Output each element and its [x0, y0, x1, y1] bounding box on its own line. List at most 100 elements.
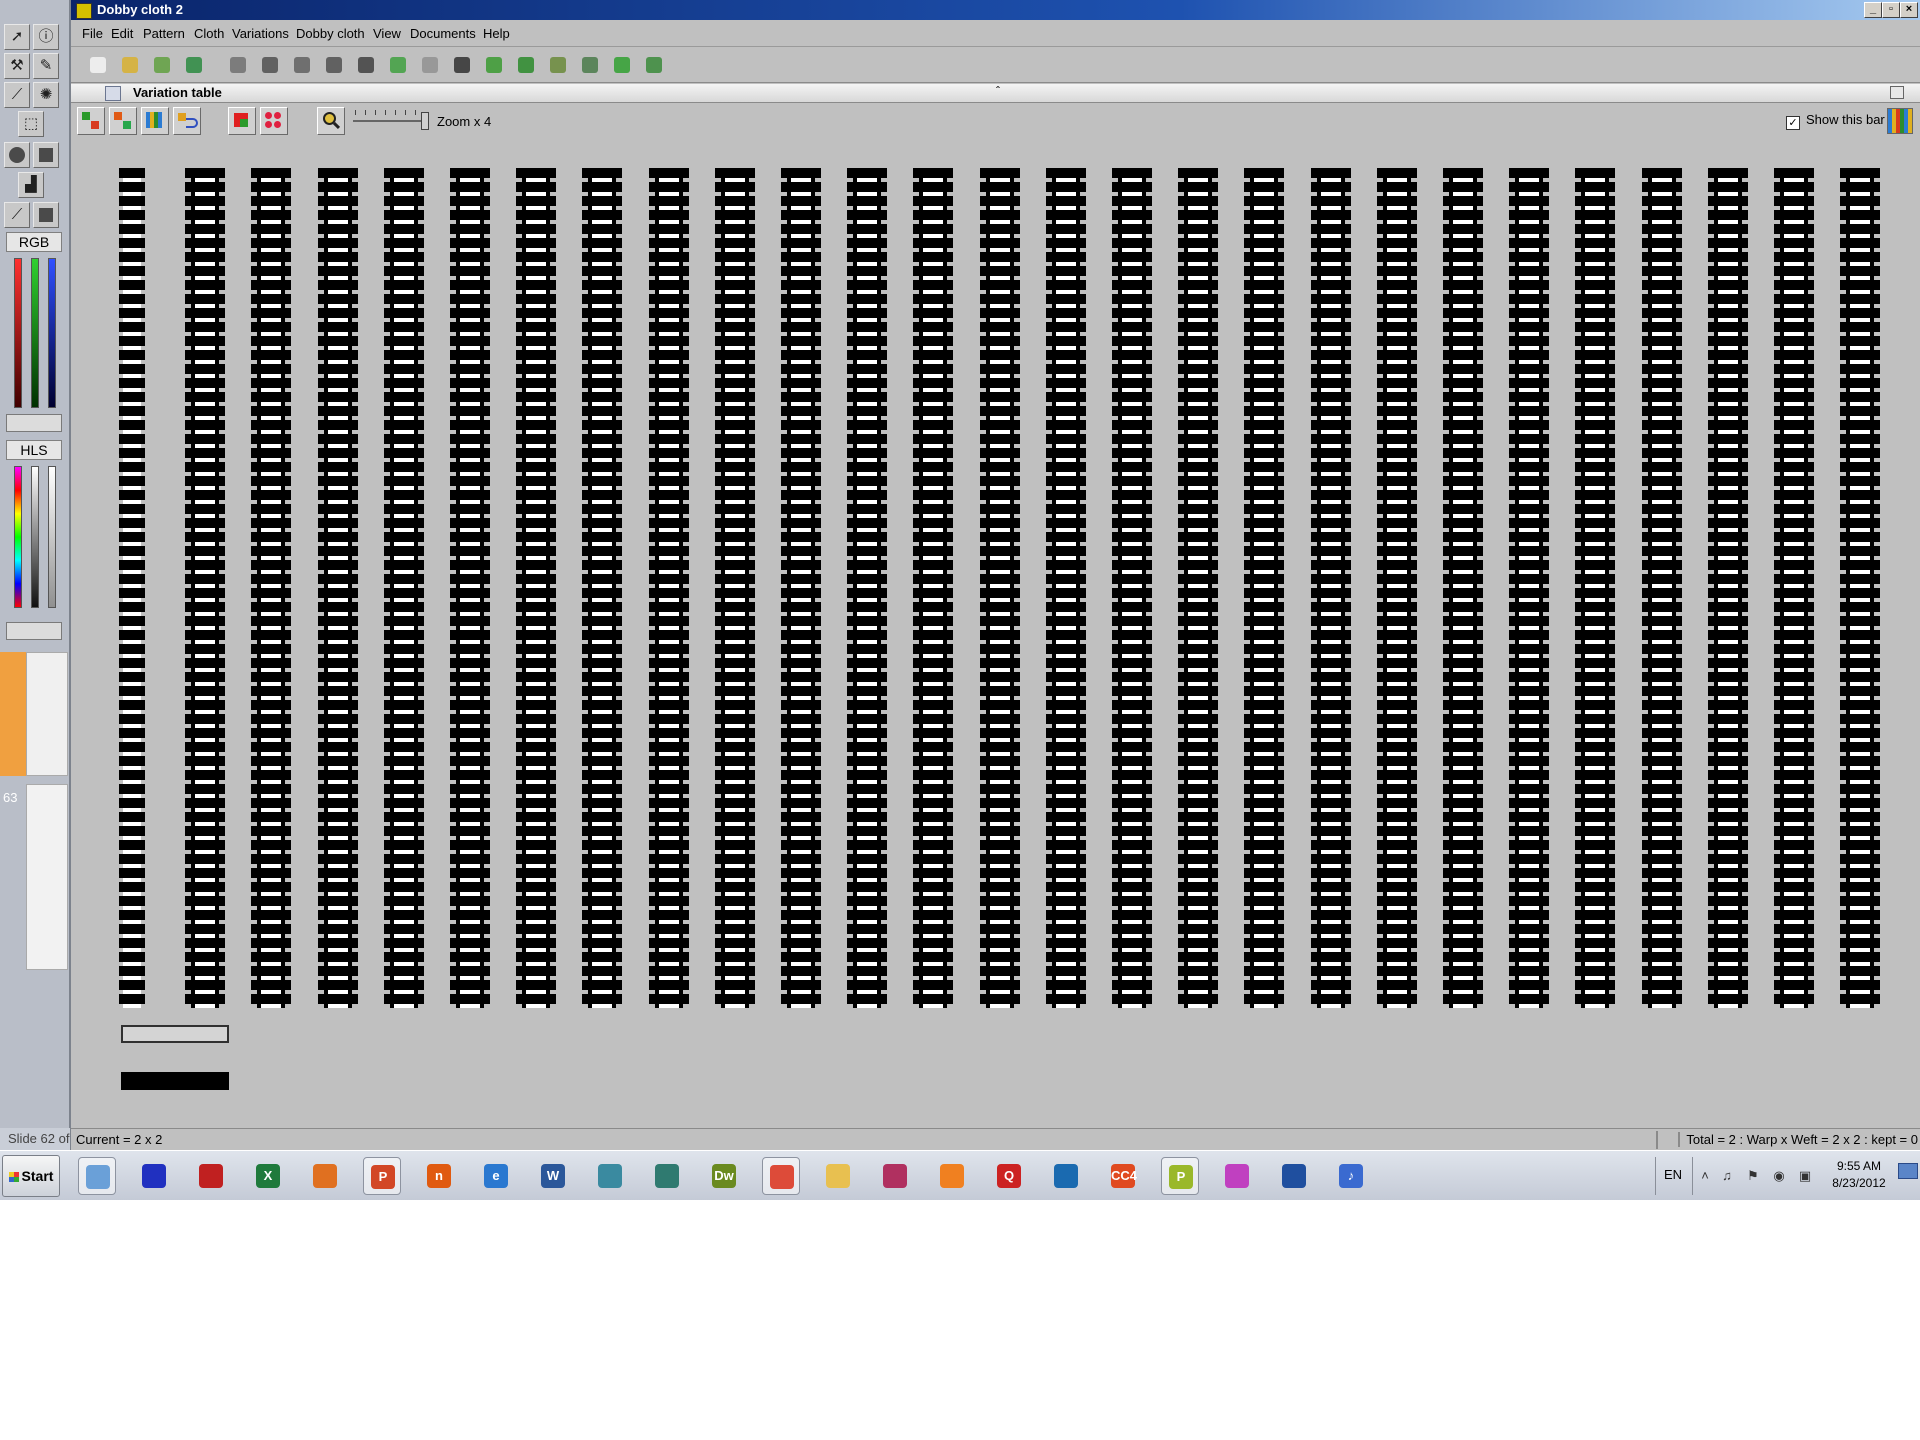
redo-icon[interactable] — [417, 52, 443, 78]
textile-app-icon[interactable] — [1047, 1157, 1085, 1195]
saturation-slider[interactable] — [48, 466, 56, 608]
menu-variations[interactable]: Variations — [232, 26, 289, 41]
book-icon[interactable] — [641, 52, 667, 78]
flag-icon[interactable]: ⚑ — [1746, 1169, 1760, 1183]
photo-app-icon[interactable] — [1275, 1157, 1313, 1195]
pattern-icon[interactable] — [545, 52, 571, 78]
acrobat-app-icon[interactable] — [876, 1157, 914, 1195]
brush-tool-icon[interactable]: ⟋ — [4, 202, 30, 228]
folder-app-icon[interactable] — [819, 1157, 857, 1195]
media-player-app-icon[interactable] — [933, 1157, 971, 1195]
design-app-icon[interactable] — [591, 1157, 629, 1195]
zoom-slider-thumb[interactable] — [421, 112, 429, 130]
menu-file[interactable]: File — [82, 26, 103, 41]
shape-tool-icon[interactable]: ✺ — [33, 82, 59, 108]
red-slider[interactable] — [14, 258, 22, 408]
network-icon[interactable]: ▣ — [1798, 1169, 1812, 1183]
selection-tool-icon[interactable]: ⬚ — [18, 111, 44, 137]
word-app-icon[interactable]: W — [534, 1157, 572, 1195]
print-preview-icon[interactable] — [257, 52, 283, 78]
rectangle-tool-icon[interactable] — [33, 142, 59, 168]
pinwheel-app-icon[interactable] — [1218, 1157, 1256, 1195]
undo-icon[interactable] — [385, 52, 411, 78]
menu-view[interactable]: View — [373, 26, 401, 41]
menu-edit[interactable]: Edit — [111, 26, 133, 41]
variation-rotate-icon[interactable] — [173, 107, 201, 135]
checkbox-icon[interactable]: ✓ — [1786, 116, 1800, 130]
menu-dobby-cloth[interactable]: Dobby cloth — [296, 26, 365, 41]
slide-thumbnail-next[interactable] — [26, 784, 68, 970]
color-bar-icon[interactable] — [1887, 108, 1913, 134]
collapse-caret-icon[interactable]: ˆ — [996, 84, 1000, 98]
green-slider[interactable] — [31, 258, 39, 408]
open-icon[interactable] — [117, 52, 143, 78]
ie-app-icon[interactable]: e — [477, 1157, 515, 1195]
pencil-tool-icon[interactable]: ✎ — [33, 53, 59, 79]
help-icon[interactable] — [609, 52, 635, 78]
grid-icon[interactable] — [513, 52, 539, 78]
security-icon[interactable]: ◉ — [1772, 1169, 1786, 1183]
start-button[interactable]: Start — [2, 1155, 60, 1197]
close-button[interactable]: × — [1900, 2, 1918, 18]
cut-icon[interactable] — [289, 52, 315, 78]
menu-cloth[interactable]: Cloth — [194, 26, 224, 41]
paint-app-icon[interactable]: P — [1161, 1157, 1199, 1195]
weave-app-1-icon[interactable] — [135, 1157, 173, 1195]
reload-icon[interactable] — [149, 52, 175, 78]
variation-grid-icon[interactable] — [77, 107, 105, 135]
line-tool-icon[interactable]: ⟋ — [4, 82, 30, 108]
status-bar: Current = 2 x 2 Total = 2 : Warp x Weft … — [71, 1128, 1920, 1151]
new-icon[interactable] — [85, 52, 111, 78]
variation-palette-icon[interactable] — [260, 107, 288, 135]
camera-icon[interactable] — [577, 52, 603, 78]
menu-pattern[interactable]: Pattern — [143, 26, 185, 41]
language-indicator[interactable]: EN — [1664, 1167, 1682, 1182]
panel-restore-icon[interactable] — [1890, 86, 1904, 99]
clock[interactable]: 9:55 AM 8/23/2012 — [1830, 1158, 1888, 1192]
dreamweaver-app-icon[interactable]: Dw — [705, 1157, 743, 1195]
publisher-app-icon[interactable] — [648, 1157, 686, 1195]
cc4-app-icon[interactable]: CC4 — [1104, 1157, 1142, 1195]
show-bar-checkbox[interactable]: ✓ Show this bar — [1786, 112, 1885, 130]
variation-color-icon[interactable] — [109, 107, 137, 135]
info-tool-icon[interactable]: ⓘ — [33, 24, 59, 50]
quicktime-app-icon[interactable]: Q — [990, 1157, 1028, 1195]
frame-icon[interactable] — [449, 52, 475, 78]
excel-app-icon[interactable]: X — [249, 1157, 287, 1195]
weave-app-2-icon[interactable] — [192, 1157, 230, 1195]
restore-button[interactable]: ▫ — [1882, 2, 1900, 18]
zoom-slider[interactable] — [353, 110, 429, 130]
volume-icon[interactable]: ♫ — [1720, 1169, 1734, 1183]
blue-slider[interactable] — [48, 258, 56, 408]
office-app-icon[interactable]: n — [420, 1157, 458, 1195]
save-icon[interactable] — [181, 52, 207, 78]
fruit-app-icon[interactable] — [306, 1157, 344, 1195]
paste-icon[interactable] — [353, 52, 379, 78]
plugin-icon[interactable] — [481, 52, 507, 78]
black-swatch-bar[interactable] — [121, 1072, 229, 1090]
itunes-app-icon[interactable]: ♪ — [1332, 1157, 1370, 1195]
magic-wand-tool-icon[interactable]: ⚒ — [4, 53, 30, 79]
show-desktop-icon[interactable] — [1898, 1163, 1918, 1179]
variation-swap-icon[interactable] — [228, 107, 256, 135]
powerpoint-app-icon[interactable]: P — [363, 1157, 401, 1195]
chrome-app-icon[interactable] — [762, 1157, 800, 1195]
weave-canvas[interactable] — [119, 168, 1880, 1008]
tray-expand-icon[interactable]: ˄ — [1698, 1169, 1712, 1183]
stamp-tool-icon[interactable]: ▟ — [18, 172, 44, 198]
fill-tool-icon[interactable] — [33, 202, 59, 228]
empty-swatch-bar[interactable] — [121, 1025, 229, 1043]
explorer-app-icon[interactable] — [78, 1157, 116, 1195]
hue-slider[interactable] — [14, 466, 22, 608]
lightness-slider[interactable] — [31, 466, 39, 608]
circle-tool-icon[interactable] — [4, 142, 30, 168]
slide-thumbnail[interactable] — [26, 652, 68, 776]
zoom-icon[interactable] — [317, 107, 345, 135]
minimize-button[interactable]: _ — [1864, 2, 1882, 18]
pointer-tool-icon[interactable]: ➚ — [4, 24, 30, 50]
print-icon[interactable] — [225, 52, 251, 78]
menu-help[interactable]: Help — [483, 26, 510, 41]
variation-stripes-icon[interactable] — [141, 107, 169, 135]
copy-icon[interactable] — [321, 52, 347, 78]
menu-documents[interactable]: Documents — [410, 26, 476, 41]
